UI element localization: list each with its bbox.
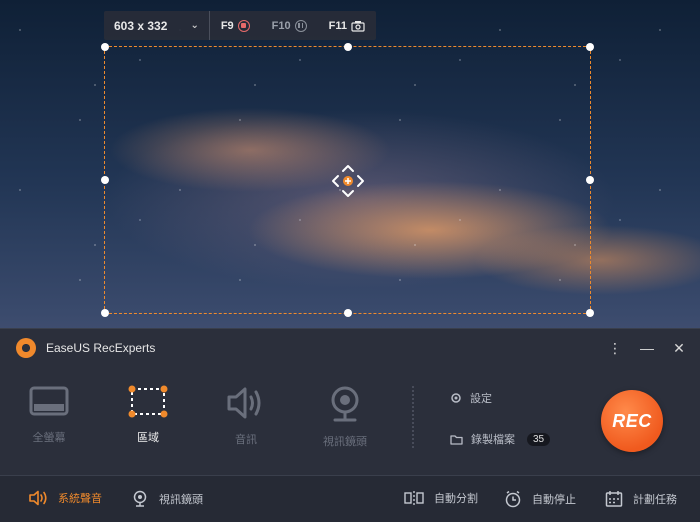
- close-icon[interactable]: ✕: [672, 339, 686, 357]
- screenshot-hotkey[interactable]: F11: [318, 11, 376, 40]
- resize-handle-bottom-left[interactable]: [101, 309, 109, 317]
- pause-hotkey-label: F10: [271, 19, 291, 32]
- mode-region[interactable]: 區域: [108, 385, 188, 445]
- folder-icon: [450, 434, 463, 445]
- record-hotkey[interactable]: F9: [210, 11, 261, 40]
- calendar-icon: [605, 491, 623, 507]
- divider: [411, 385, 415, 449]
- resize-handle-right[interactable]: [586, 176, 594, 184]
- fullscreen-icon: [29, 386, 69, 416]
- resize-handle-left[interactable]: [101, 176, 109, 184]
- region-size-value: 603 x 332: [114, 18, 168, 33]
- settings-button[interactable]: 設定: [450, 390, 492, 406]
- pause-hotkey[interactable]: F10: [261, 11, 318, 40]
- record-hotkey-label: F9: [220, 19, 234, 32]
- app-logo: [16, 338, 36, 358]
- resize-handle-bottom[interactable]: [343, 309, 352, 317]
- app-title: EaseUS RecExperts: [46, 341, 156, 355]
- schedule-button[interactable]: 計劃任務: [605, 490, 677, 508]
- gear-icon: [451, 393, 461, 403]
- auto-split-button[interactable]: 自動分割: [404, 490, 478, 506]
- webcam-label: 視訊鏡頭: [159, 494, 203, 506]
- auto-stop-label: 自動停止: [532, 494, 576, 506]
- move-icon[interactable]: [330, 163, 366, 199]
- recorder-panel: EaseUS RecExperts ⋮ — ✕ 全螢幕 區域 音訊 視訊鏡頭 設…: [0, 328, 700, 522]
- resize-handle-top-right[interactable]: [586, 43, 594, 51]
- settings-label: 設定: [470, 393, 492, 405]
- mode-fullscreen-label: 全螢幕: [32, 432, 66, 444]
- recordings-label: 錄製檔案: [471, 434, 515, 446]
- system-sound-label: 系統聲音: [58, 493, 102, 505]
- resize-handle-bottom-right[interactable]: [586, 309, 594, 317]
- webcam-icon: [133, 490, 147, 507]
- speaker-icon: [227, 387, 261, 419]
- minimize-icon[interactable]: —: [640, 339, 654, 357]
- screenshot-hotkey-label: F11: [328, 19, 347, 32]
- mode-fullscreen[interactable]: 全螢幕: [9, 385, 89, 445]
- split-icon: [404, 491, 424, 505]
- system-sound-toggle[interactable]: 系統聲音: [28, 490, 102, 506]
- more-options-icon[interactable]: ⋮: [608, 339, 622, 357]
- chevron-down-icon: ⌄: [190, 20, 199, 31]
- mode-audio-label: 音訊: [235, 434, 257, 446]
- mode-webcam[interactable]: 視訊鏡頭: [305, 385, 385, 449]
- mode-selector: 全螢幕 區域 音訊 視訊鏡頭: [0, 371, 700, 471]
- record-icon: [237, 19, 250, 32]
- pause-icon: [294, 19, 307, 32]
- region-icon: [128, 385, 168, 418]
- footer-bar: 系統聲音 視訊鏡頭 自動分割 自動停止 計劃任務: [0, 475, 700, 522]
- mode-region-label: 區域: [137, 432, 159, 444]
- speaker-icon: [29, 490, 47, 506]
- mode-webcam-label: 視訊鏡頭: [323, 436, 367, 448]
- webcam-toggle[interactable]: 視訊鏡頭: [131, 490, 203, 508]
- region-toolbar: 603 x 332 ⌄ F9 F10 F11: [104, 11, 376, 40]
- auto-stop-button[interactable]: 自動停止: [504, 490, 576, 508]
- auto-split-label: 自動分割: [434, 493, 478, 505]
- title-bar: EaseUS RecExperts ⋮ — ✕: [0, 329, 700, 367]
- recordings-button[interactable]: 錄製檔案 35: [450, 431, 551, 447]
- clock-icon: [505, 490, 521, 508]
- rec-button[interactable]: REC: [601, 390, 663, 452]
- webcam-icon: [331, 386, 359, 422]
- resize-handle-top-left[interactable]: [101, 43, 109, 51]
- screenshot-icon: [351, 20, 365, 32]
- schedule-label: 計劃任務: [633, 494, 677, 506]
- recordings-count-badge: 35: [527, 432, 551, 446]
- region-size-select[interactable]: 603 x 332 ⌄: [104, 11, 210, 40]
- resize-handle-top[interactable]: [343, 43, 352, 51]
- mode-audio[interactable]: 音訊: [206, 385, 286, 447]
